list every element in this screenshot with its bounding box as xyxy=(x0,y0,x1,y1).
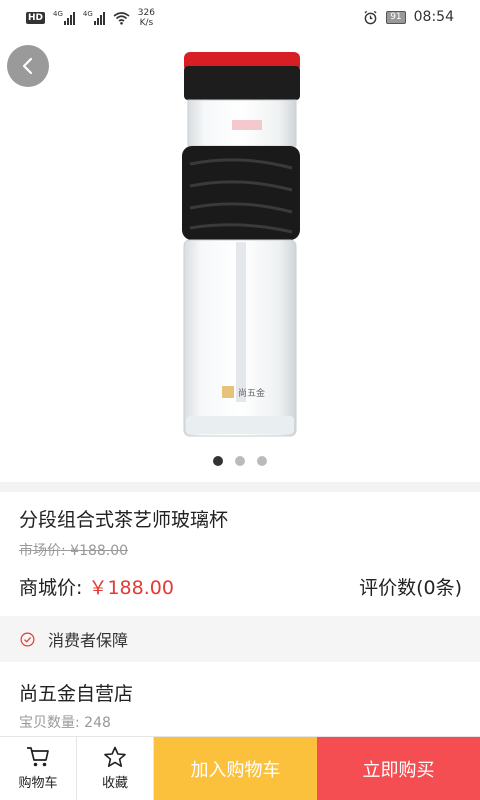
star-icon xyxy=(104,746,126,767)
market-price: 市场价: ¥188.00 xyxy=(19,543,129,559)
cart-label: 购物车 xyxy=(18,776,58,791)
carousel-dot[interactable] xyxy=(213,456,223,466)
mall-price: ￥188.00 xyxy=(88,577,174,599)
status-right: 91 08:54 xyxy=(363,9,454,25)
add-to-cart-button[interactable]: 加入购物车 xyxy=(154,737,317,800)
store-item-count: 宝贝数量: 248 xyxy=(19,715,111,731)
cart-icon xyxy=(27,747,49,767)
buy-now-button[interactable]: 立即购买 xyxy=(317,737,480,800)
favorite-label: 收藏 xyxy=(101,776,128,791)
product-image-gallery[interactable]: 尚五金 xyxy=(0,36,480,482)
battery-indicator: 91 xyxy=(386,10,406,24)
mall-price-row: 商城价: ￥188.00 xyxy=(19,573,174,600)
review-count[interactable]: 评价数(0条) xyxy=(359,573,462,600)
carousel-dot[interactable] xyxy=(235,456,245,466)
store-name[interactable]: 尚五金自营店 xyxy=(19,679,133,706)
back-button[interactable] xyxy=(7,45,49,87)
status-left: HD 4G 4G 326 K/s xyxy=(26,8,155,28)
check-circle-icon xyxy=(20,632,35,646)
network-speed-unit: K/s xyxy=(139,18,154,28)
product-title: 分段组合式茶艺师玻璃杯 xyxy=(19,509,229,531)
cart-button[interactable]: 购物车 xyxy=(0,737,77,800)
consumer-guarantee[interactable]: 消费者保障 xyxy=(0,616,480,662)
carousel-indicator xyxy=(0,456,480,466)
product-image: 尚五金 xyxy=(182,52,300,437)
network-type-2: 4G xyxy=(82,10,93,18)
network-speed: 326 K/s xyxy=(138,8,155,28)
network-type-1: 4G xyxy=(53,10,63,18)
favorite-button[interactable]: 收藏 xyxy=(77,737,154,800)
network-speed-value: 326 xyxy=(137,8,155,18)
mall-price-label: 商城价: xyxy=(19,577,83,599)
carousel-dot[interactable] xyxy=(257,456,267,466)
clock: 08:54 xyxy=(413,9,454,25)
signal-icon-1: 4G xyxy=(53,11,75,25)
back-icon xyxy=(22,57,33,75)
bottom-action-bar: 购物车 收藏 加入购物车 立即购买 xyxy=(0,736,480,800)
guarantee-label: 消费者保障 xyxy=(48,631,129,650)
status-bar: HD 4G 4G 326 K/s 91 08:54 xyxy=(0,0,480,36)
signal-icon-2: 4G xyxy=(83,11,105,25)
wifi-icon xyxy=(113,12,130,25)
section-divider xyxy=(0,482,480,492)
hd-icon: HD xyxy=(26,12,46,24)
alarm-icon xyxy=(364,10,377,24)
bottle-brand-text: 尚五金 xyxy=(238,387,265,399)
